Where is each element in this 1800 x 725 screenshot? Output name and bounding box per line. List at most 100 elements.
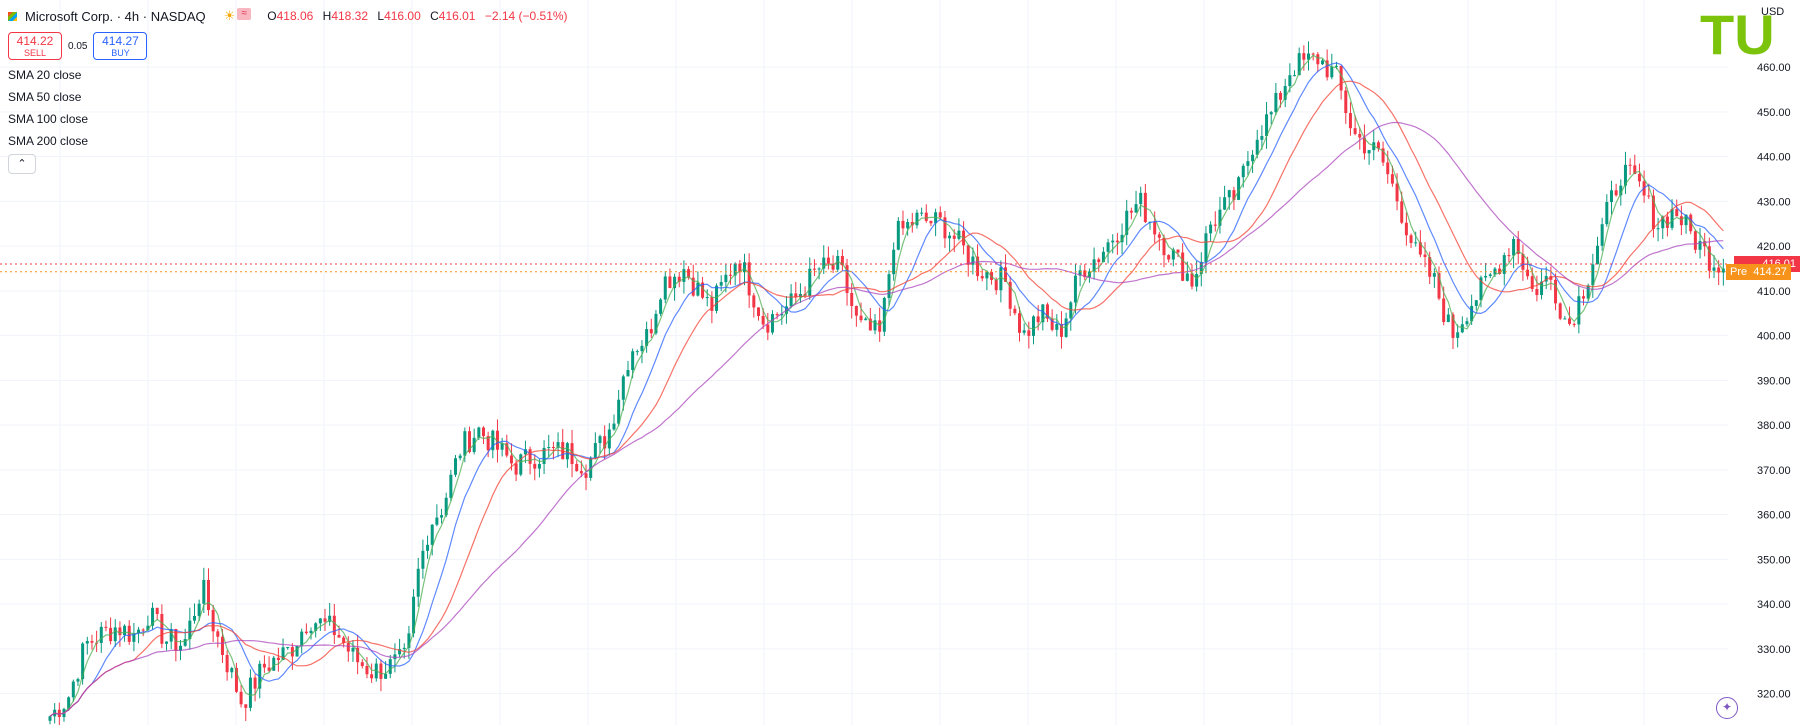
- candle-body: [253, 677, 257, 689]
- indicator-sma100[interactable]: SMA 100 close: [8, 108, 574, 130]
- candle-body: [1432, 273, 1436, 277]
- candle-body: [1409, 235, 1413, 243]
- candle-body: [817, 268, 821, 270]
- candle-body: [575, 464, 579, 472]
- candle-body: [952, 235, 956, 239]
- candle-body: [533, 463, 537, 469]
- candle-body: [295, 645, 299, 657]
- candle-body: [1209, 224, 1213, 234]
- indicator-sma20[interactable]: SMA 20 close: [8, 64, 574, 86]
- sell-label: SELL: [23, 48, 47, 58]
- y-tick-label: 390.00: [1757, 375, 1791, 387]
- candle-body: [230, 668, 234, 673]
- candle-body: [113, 627, 117, 642]
- candle-body: [640, 345, 644, 352]
- collapse-indicators-button[interactable]: ⌃: [8, 154, 36, 174]
- candle-body: [276, 657, 280, 661]
- candle-body: [458, 455, 462, 459]
- candle-body: [1637, 173, 1641, 182]
- candle-body: [761, 315, 765, 325]
- candle-body: [547, 447, 551, 449]
- y-tick-label: 370.00: [1757, 465, 1791, 477]
- candle-body: [365, 666, 369, 675]
- symbol-title[interactable]: Microsoft Corp. · 4h · NASDAQ: [25, 9, 206, 24]
- candle-body: [631, 351, 635, 371]
- y-tick-label: 420.00: [1757, 241, 1791, 253]
- candle-body: [1106, 242, 1110, 252]
- candle-body: [379, 663, 383, 679]
- buy-button[interactable]: 414.27 BUY: [93, 32, 148, 60]
- candle-body: [216, 631, 220, 637]
- y-tick-label: 340.00: [1757, 599, 1791, 611]
- candle-body: [244, 704, 248, 708]
- y-tick-label: 330.00: [1757, 644, 1791, 656]
- indicator-sma50[interactable]: SMA 50 close: [8, 86, 574, 108]
- candle-body: [1628, 164, 1632, 166]
- candle-body: [1255, 139, 1259, 155]
- currency-label[interactable]: USD: [1761, 6, 1784, 18]
- candle-body: [1348, 113, 1352, 129]
- candle-body: [1185, 273, 1189, 281]
- candle-body: [1115, 240, 1119, 243]
- candle-body: [1558, 303, 1562, 319]
- candle-body: [1018, 313, 1022, 333]
- candle-body: [388, 659, 392, 674]
- candle-body: [323, 618, 327, 622]
- candle-body: [440, 515, 444, 518]
- candle-body: [920, 212, 924, 214]
- candle-body: [1344, 90, 1348, 114]
- candle-body: [612, 423, 616, 430]
- y-tick-label: 430.00: [1757, 196, 1791, 208]
- y-tick-label: 320.00: [1757, 689, 1791, 701]
- candle-body: [668, 276, 672, 289]
- candle-body: [248, 677, 252, 708]
- candle-body: [1111, 240, 1115, 243]
- candle-body: [155, 607, 159, 615]
- candle-body: [999, 267, 1003, 291]
- sell-button[interactable]: 414.22 SELL: [8, 32, 62, 60]
- candle-body: [1139, 192, 1143, 205]
- ohlc-low: 416.00: [384, 9, 421, 23]
- y-tick-label: 450.00: [1757, 107, 1791, 119]
- candle-body: [719, 282, 723, 286]
- candle-body: [1134, 204, 1138, 213]
- candle-body: [421, 550, 425, 569]
- candle-body: [57, 709, 61, 718]
- candle-body: [1535, 288, 1539, 296]
- candle-body: [85, 640, 89, 644]
- candle-body: [579, 471, 583, 474]
- candle-body: [1442, 298, 1446, 323]
- candle-body: [1614, 190, 1618, 196]
- candle-body: [1595, 245, 1599, 265]
- indicator-sma200[interactable]: SMA 200 close: [8, 130, 574, 152]
- candle-body: [1022, 330, 1026, 333]
- candle-body: [1223, 197, 1227, 210]
- candle-body: [1568, 318, 1572, 324]
- candle-body: [1423, 254, 1427, 258]
- candle-body: [878, 320, 882, 332]
- candle-body: [1073, 275, 1077, 303]
- candle-body: [1526, 269, 1530, 277]
- candle-body: [309, 630, 313, 634]
- market-status-icon[interactable]: ≈: [237, 8, 252, 20]
- candle-body: [724, 274, 728, 283]
- candle-body: [1330, 66, 1334, 78]
- candle-body: [1488, 274, 1492, 276]
- buy-label: BUY: [111, 48, 130, 58]
- candle-body: [1582, 296, 1586, 299]
- candle-body: [48, 716, 52, 721]
- compass-icon[interactable]: ✦: [1716, 697, 1738, 719]
- candle-body: [1609, 190, 1613, 202]
- candle-body: [304, 631, 308, 634]
- candle-body: [1577, 296, 1581, 325]
- candle-body: [1269, 112, 1273, 115]
- sun-icon[interactable]: ☀: [224, 8, 236, 24]
- candle-body: [426, 544, 430, 551]
- candle-body: [915, 212, 919, 226]
- candle-body: [370, 674, 374, 679]
- candle-body: [1227, 190, 1231, 198]
- candle-body: [1334, 65, 1338, 67]
- ohlc-close-key: C: [430, 9, 439, 23]
- candle-body: [1465, 321, 1469, 325]
- candle-body: [766, 324, 770, 333]
